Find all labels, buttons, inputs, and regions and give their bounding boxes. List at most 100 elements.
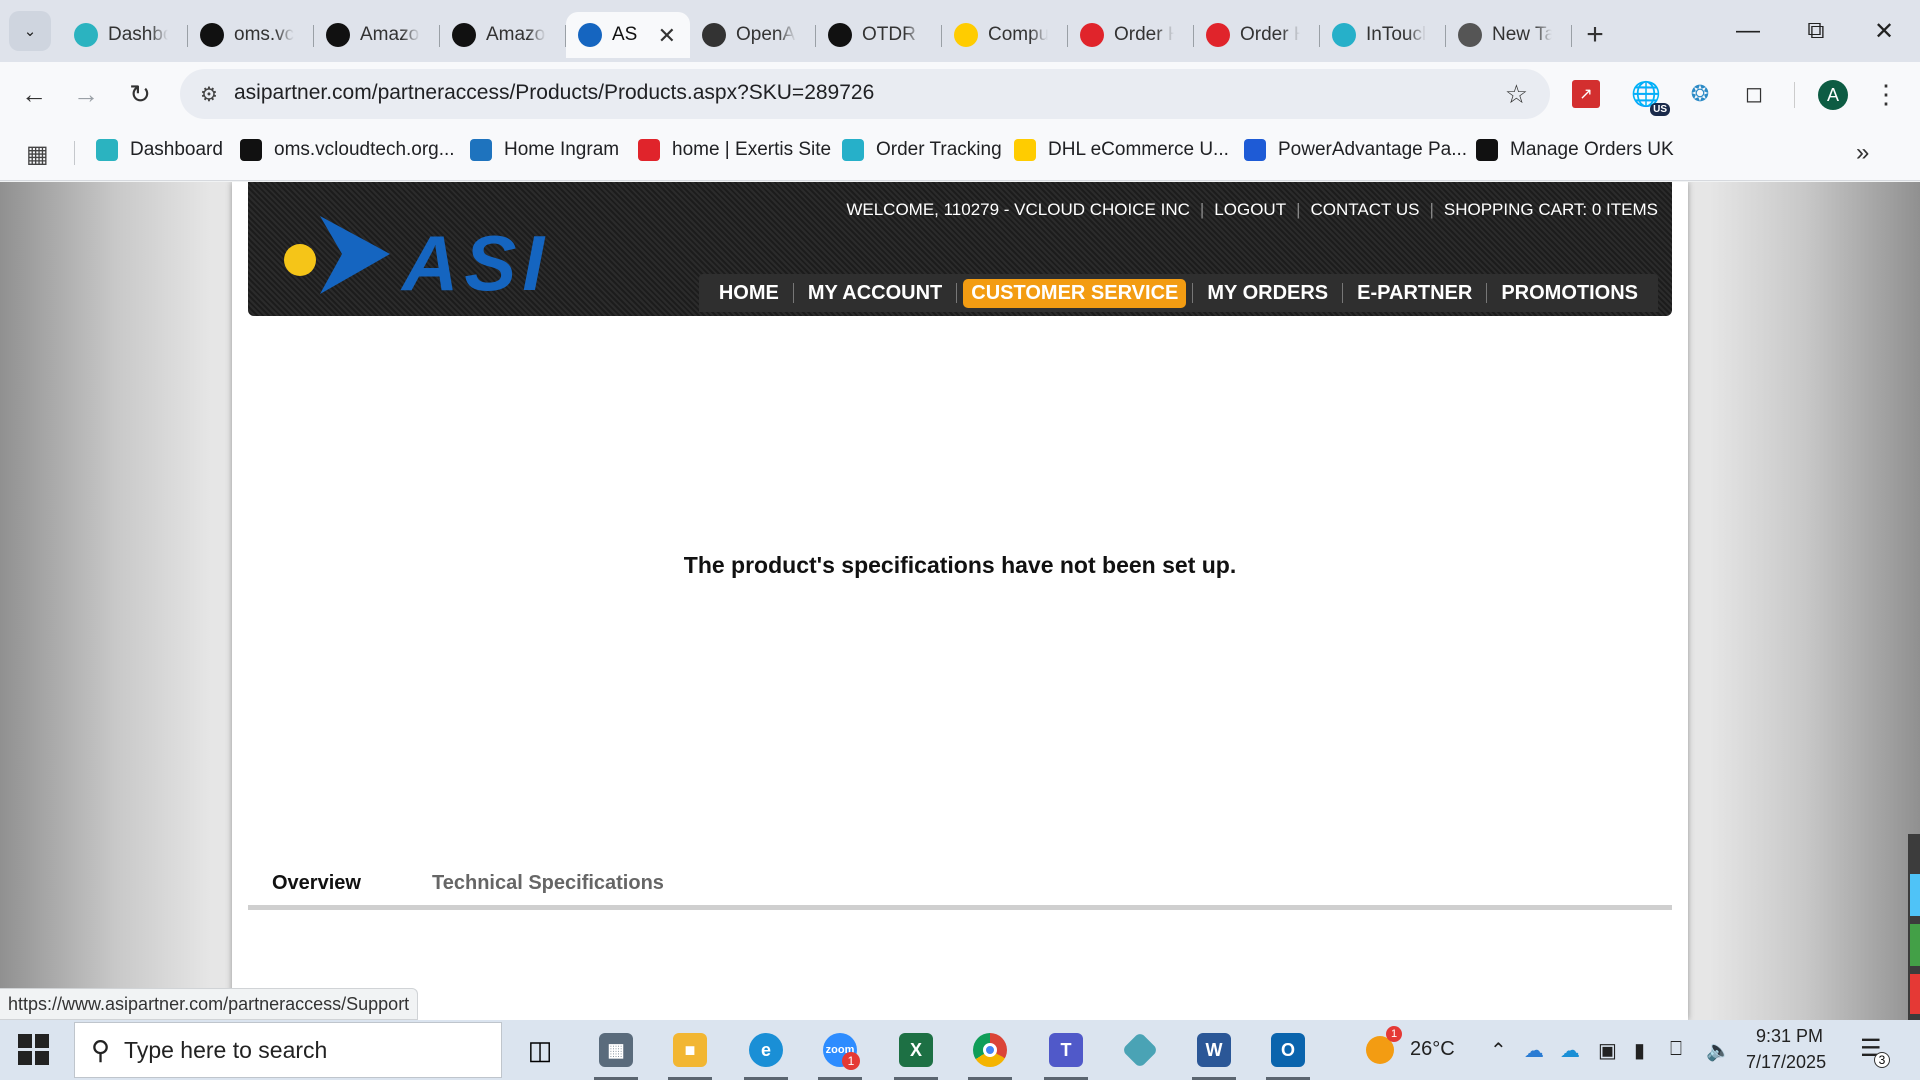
bookmark-item[interactable]: DHL eCommerce U... xyxy=(1014,139,1229,161)
cloud-icon[interactable]: ☁ xyxy=(1560,1038,1580,1063)
tab-overview[interactable]: Overview xyxy=(272,872,361,895)
apps-grid-icon[interactable]: ▦ xyxy=(26,140,49,169)
asi-logo[interactable]: ASI xyxy=(284,204,584,307)
nav-item-e-partner[interactable]: E-PARTNER xyxy=(1349,279,1480,308)
bookmark-item[interactable]: Manage Orders UK xyxy=(1476,139,1674,161)
bookmark-label: oms.vcloudtech.org... xyxy=(274,139,455,160)
openai-favicon-icon xyxy=(702,23,726,47)
browser-tab[interactable]: Compu xyxy=(942,12,1068,58)
intouch-favicon-icon xyxy=(1332,23,1356,47)
nav-item-my-orders[interactable]: MY ORDERS xyxy=(1199,279,1336,308)
battery-icon[interactable]: ▮ xyxy=(1634,1038,1645,1063)
bookmark-item[interactable]: Home Ingram xyxy=(470,139,619,161)
tab-title: Order H xyxy=(1114,24,1174,45)
bookmark-item[interactable]: oms.vcloudtech.org... xyxy=(240,139,455,161)
bookmark-favicon-icon xyxy=(1244,139,1266,161)
new-tab-button[interactable]: + xyxy=(1572,12,1618,58)
vpn-extension-icon[interactable]: 🌐 US xyxy=(1628,76,1670,116)
weather-widget[interactable]: 1 xyxy=(1352,1026,1408,1074)
browser-tab[interactable]: AS ✕ xyxy=(566,12,690,58)
product-tabs: Overview Technical Specifications xyxy=(248,858,1672,910)
tab-title: OpenA xyxy=(736,24,796,45)
edge-app[interactable]: e xyxy=(738,1026,794,1080)
excel-app[interactable]: X xyxy=(888,1026,944,1080)
task-view-button[interactable]: ◫ xyxy=(512,1026,568,1074)
tab-search-button[interactable]: ⌄ xyxy=(9,11,51,51)
file-explorer-app[interactable]: ■ xyxy=(662,1026,718,1080)
browser-tab[interactable]: Dashbo xyxy=(62,12,188,58)
chevron-up-icon[interactable]: ⌃ xyxy=(1490,1038,1507,1063)
restore-button[interactable]: ⧉ xyxy=(1782,0,1850,62)
calculator-app[interactable]: ▦ xyxy=(588,1026,644,1080)
zoom-app[interactable]: zoom 1 xyxy=(812,1026,868,1080)
side-widget[interactable] xyxy=(1908,834,1920,1020)
bookmark-item[interactable]: Order Tracking xyxy=(842,139,1002,161)
profile-avatar[interactable]: A xyxy=(1818,80,1848,110)
onedrive-icon[interactable]: ☁ xyxy=(1524,1038,1544,1063)
tab-title: Compu xyxy=(988,24,1048,45)
tab-technical-specifications[interactable]: Technical Specifications xyxy=(432,872,664,895)
sync-extension-icon[interactable]: ❂ xyxy=(1682,76,1718,112)
teams-app[interactable]: T xyxy=(1038,1026,1094,1080)
minimize-button[interactable]: — xyxy=(1714,0,1782,62)
browser-tab[interactable]: Amazo xyxy=(440,12,566,58)
nav-item-customer-service[interactable]: CUSTOMER SERVICE xyxy=(963,278,1187,308)
bookmark-item[interactable]: PowerAdvantage Pa... xyxy=(1244,139,1467,161)
clock-time[interactable]: 9:31 PM xyxy=(1756,1026,1823,1047)
forward-button[interactable]: → xyxy=(66,74,106,114)
nav-item-my-account[interactable]: MY ACCOUNT xyxy=(800,279,950,308)
util-divider: | xyxy=(1429,200,1434,219)
weather-badge: 1 xyxy=(1386,1026,1402,1042)
word-app[interactable]: W xyxy=(1186,1026,1242,1080)
extensions-puzzle-icon[interactable]: ◻ xyxy=(1736,76,1772,112)
chevron-double-right-icon[interactable]: » xyxy=(1856,139,1869,167)
nav-item-promotions[interactable]: PROMOTIONS xyxy=(1493,279,1646,308)
bookmark-favicon-icon xyxy=(96,139,118,161)
back-button[interactable]: ← xyxy=(14,74,54,114)
chrome-icon xyxy=(973,1033,1007,1067)
shopping-cart-link[interactable]: SHOPPING CART: 0 ITEMS xyxy=(1444,200,1658,220)
nav-item-home[interactable]: HOME xyxy=(711,279,787,308)
browser-tab[interactable]: oms.vc xyxy=(188,12,314,58)
close-window-button[interactable]: ✕ xyxy=(1850,0,1918,62)
network-icon[interactable]: ⎕ xyxy=(1670,1038,1682,1061)
tab-title: New Ta xyxy=(1492,24,1552,45)
site-info-icon[interactable]: ⚙ xyxy=(196,81,222,107)
contact-us-link[interactable]: CONTACT US xyxy=(1311,200,1420,220)
outlook-app[interactable]: O xyxy=(1260,1026,1316,1080)
bookmark-label: Manage Orders UK xyxy=(1510,139,1674,160)
bookmark-label: Dashboard xyxy=(130,139,223,160)
browser-tab[interactable]: OTDR C xyxy=(816,12,942,58)
browser-tab[interactable]: OpenA xyxy=(690,12,816,58)
side-widget-segment xyxy=(1910,874,1920,916)
url-text[interactable]: asipartner.com/partneraccess/Products/Pr… xyxy=(234,81,874,105)
browser-tab[interactable]: Order H xyxy=(1194,12,1320,58)
volume-icon[interactable]: 🔈 xyxy=(1706,1038,1731,1063)
taskbar-search-box[interactable]: ⚲ Type here to search xyxy=(74,1022,502,1078)
side-widget-segment xyxy=(1910,924,1920,966)
browser-tab[interactable]: Amazo xyxy=(314,12,440,58)
main-nav: HOME MY ACCOUNT CUSTOMER SERVICE MY ORDERS E… xyxy=(698,274,1658,312)
logout-link[interactable]: LOGOUT xyxy=(1214,200,1286,220)
bookmark-star-icon[interactable]: ☆ xyxy=(1505,79,1528,110)
browser-tab[interactable]: Order H xyxy=(1068,12,1194,58)
toolbar-divider xyxy=(1794,82,1795,108)
bookmarks-bar: ▦ Dashboard oms.vcloudtech.org... Home Ing… xyxy=(0,127,1920,181)
windows-taskbar: ⚲ Type here to search ◫ ▦ ■ e zoom 1 X T… xyxy=(0,1020,1920,1080)
address-bar[interactable]: ⚙ asipartner.com/partneraccess/Products/… xyxy=(180,69,1550,119)
close-tab-icon[interactable]: ✕ xyxy=(658,23,676,49)
reload-button[interactable]: ↻ xyxy=(120,74,160,114)
bookmark-item[interactable]: home | Exertis Site xyxy=(638,139,831,161)
acrobat-extension-icon[interactable]: ↗ xyxy=(1572,80,1600,108)
windows-start-button[interactable] xyxy=(18,1034,50,1066)
folder-icon: ■ xyxy=(673,1033,707,1067)
browser-tab[interactable]: New Ta xyxy=(1446,12,1572,58)
security-icon[interactable]: ▣ xyxy=(1598,1038,1617,1063)
browser-tab[interactable]: InToucl xyxy=(1320,12,1446,58)
bookmarks-divider xyxy=(74,141,75,165)
chrome-app[interactable] xyxy=(962,1026,1018,1080)
kebab-menu-icon[interactable]: ⋮ xyxy=(1868,76,1904,112)
app-diamond[interactable] xyxy=(1112,1026,1168,1074)
bookmark-item[interactable]: Dashboard xyxy=(96,139,223,161)
clock-date[interactable]: 7/17/2025 xyxy=(1746,1052,1826,1073)
